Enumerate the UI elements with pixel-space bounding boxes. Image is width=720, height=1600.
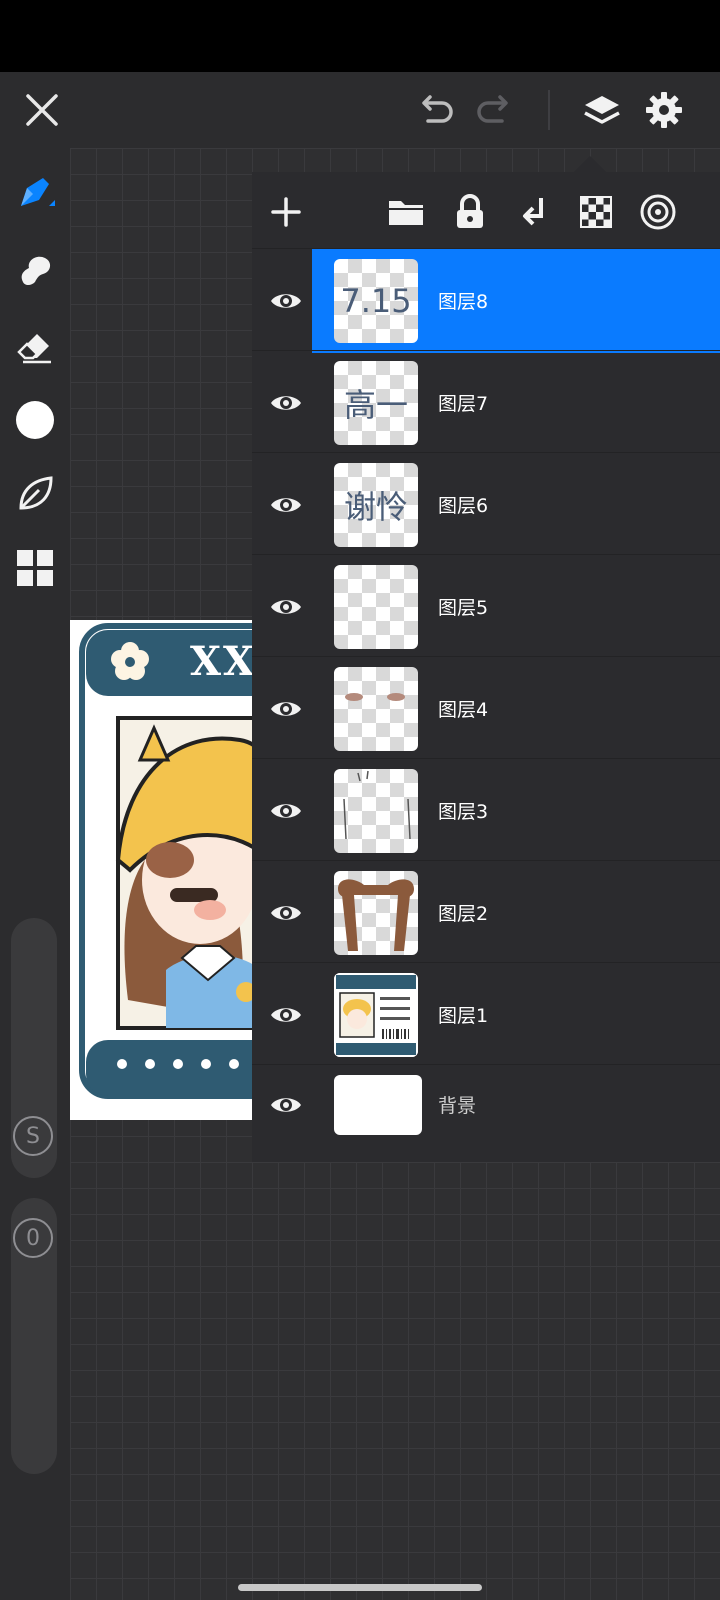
layer-row[interactable]: 图层4 bbox=[252, 656, 720, 761]
layers-panel: 7.15 图层8 高一 图层7 谢怜 图层6 图层5 图层4 图层3 图层2 图层1 背景 bbox=[252, 172, 720, 1162]
layers-icon[interactable] bbox=[578, 86, 626, 134]
color-picker-swatch[interactable] bbox=[11, 396, 59, 444]
layer-name: 图层2 bbox=[438, 903, 489, 925]
layer-row[interactable]: 图层5 bbox=[252, 554, 720, 659]
layer-thumbnail[interactable]: 高一 bbox=[334, 361, 418, 445]
close-icon[interactable] bbox=[18, 86, 66, 134]
layer-thumbnail[interactable] bbox=[334, 1075, 422, 1135]
layer-thumbnail[interactable]: 7.15 bbox=[334, 259, 418, 343]
eye-icon[interactable] bbox=[262, 481, 310, 529]
eye-icon[interactable] bbox=[262, 277, 310, 325]
layer-row[interactable]: 背景 bbox=[252, 1064, 720, 1145]
eraser-tool-icon[interactable] bbox=[11, 322, 59, 370]
layer-row[interactable]: 7.15 图层8 bbox=[252, 248, 720, 353]
layer-name: 图层3 bbox=[438, 801, 489, 823]
layer-thumbnail[interactable] bbox=[334, 973, 418, 1057]
layer-thumbnail-text: 7.15 bbox=[340, 282, 412, 320]
layer-name: 背景 bbox=[438, 1095, 477, 1117]
top-toolbar bbox=[0, 72, 720, 148]
home-indicator[interactable] bbox=[238, 1584, 482, 1591]
layer-thumbnail[interactable]: 谢怜 bbox=[334, 463, 418, 547]
folder-icon[interactable] bbox=[382, 188, 430, 236]
left-tool-sidebar: S 0 bbox=[0, 148, 70, 1600]
layer-name: 图层4 bbox=[438, 699, 489, 721]
layer-thumbnail[interactable] bbox=[334, 667, 418, 751]
eye-icon[interactable] bbox=[262, 787, 310, 835]
status-bar bbox=[0, 0, 720, 72]
leaf-tool-icon[interactable] bbox=[11, 470, 59, 518]
layer-thumbnail-text: 谢怜 bbox=[343, 488, 408, 526]
eye-icon[interactable] bbox=[262, 685, 310, 733]
eye-icon[interactable] bbox=[262, 889, 310, 937]
opacity-slider[interactable]: 0 bbox=[11, 1198, 57, 1474]
opacity-slider-knob[interactable]: 0 bbox=[13, 1218, 53, 1258]
checker-icon[interactable] bbox=[572, 188, 620, 236]
gear-icon[interactable] bbox=[640, 86, 688, 134]
layer-name: 图层5 bbox=[438, 597, 489, 619]
target-icon[interactable] bbox=[634, 188, 682, 236]
layer-name: 图层1 bbox=[438, 1005, 489, 1027]
brush-size-slider[interactable]: S bbox=[11, 918, 57, 1178]
layer-name: 图层8 bbox=[438, 291, 489, 313]
eye-icon[interactable] bbox=[262, 583, 310, 631]
artwork-header-text: XX bbox=[190, 638, 254, 685]
toolbar-divider bbox=[548, 90, 550, 130]
layer-row[interactable]: 图层2 bbox=[252, 860, 720, 965]
redo-icon[interactable] bbox=[470, 86, 518, 134]
layer-row[interactable]: 谢怜 图层6 bbox=[252, 452, 720, 557]
layer-row[interactable]: 图层1 bbox=[252, 962, 720, 1067]
grid-tool-icon[interactable] bbox=[11, 544, 59, 592]
eye-icon[interactable] bbox=[262, 1081, 310, 1129]
layer-thumbnail-text: 高一 bbox=[343, 386, 408, 424]
eye-icon[interactable] bbox=[262, 379, 310, 427]
layer-thumbnail[interactable] bbox=[334, 565, 418, 649]
layers-panel-toolbar bbox=[252, 172, 720, 252]
layer-thumbnail[interactable] bbox=[334, 769, 418, 853]
add-icon[interactable] bbox=[262, 188, 310, 236]
layer-name: 图层7 bbox=[438, 393, 489, 415]
layer-thumbnail[interactable] bbox=[334, 871, 418, 955]
layer-name: 图层6 bbox=[438, 495, 489, 517]
size-slider-knob[interactable]: S bbox=[13, 1116, 53, 1156]
artwork-preview: XX bbox=[70, 620, 254, 1120]
layer-row[interactable]: 高一 图层7 bbox=[252, 350, 720, 455]
brush-tool-icon[interactable] bbox=[11, 170, 59, 218]
merge-down-icon[interactable] bbox=[510, 188, 558, 236]
eye-icon[interactable] bbox=[262, 991, 310, 1039]
undo-icon[interactable] bbox=[412, 86, 460, 134]
lock-icon[interactable] bbox=[446, 188, 494, 236]
layer-row[interactable]: 图层3 bbox=[252, 758, 720, 863]
smudge-tool-icon[interactable] bbox=[11, 246, 59, 294]
